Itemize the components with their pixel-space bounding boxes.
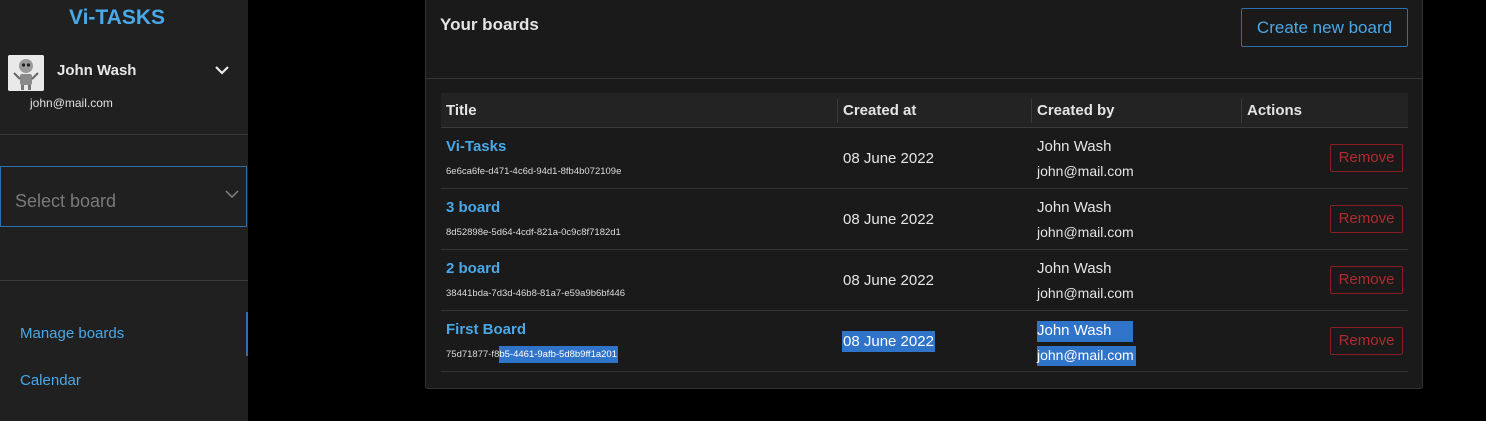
remove-board-button[interactable]: Remove bbox=[1330, 205, 1403, 233]
board-select[interactable]: Select board bbox=[0, 166, 247, 227]
sidebar-divider bbox=[0, 280, 248, 281]
remove-board-button[interactable]: Remove bbox=[1330, 144, 1403, 172]
board-title-link[interactable]: 2 board bbox=[446, 260, 500, 277]
sidebar-item-calendar[interactable]: Calendar bbox=[0, 359, 248, 403]
board-creator-name: John Wash bbox=[1037, 260, 1112, 277]
column-header-created-at: Created at bbox=[843, 102, 917, 119]
column-separator bbox=[1031, 99, 1032, 123]
remove-board-button[interactable]: Remove bbox=[1330, 327, 1403, 355]
brand-title: Vi-TASKS bbox=[68, 6, 166, 29]
app: Vi-TASKS John Wash john@mail.com Select … bbox=[0, 0, 1486, 421]
board-creator-email: john@mail.com bbox=[1037, 285, 1134, 301]
board-id-prefix: 75d71877-f8 bbox=[446, 349, 500, 360]
page-title: Your boards bbox=[440, 15, 539, 34]
board-id: 8d52898e-5d64-4cdf-821a-0c9c8f7182d1 bbox=[446, 227, 621, 238]
boards-table: Title Created at Created by Actions Vi-T… bbox=[441, 93, 1408, 372]
table-row: First Board 75d71877-f8b5-4461-9afb-5d8b… bbox=[441, 311, 1408, 372]
column-header-title: Title bbox=[446, 102, 477, 119]
create-board-button[interactable]: Create new board bbox=[1241, 8, 1408, 47]
board-id: 38441bda-7d3d-46b8-81a7-e59a9b6bf446 bbox=[446, 288, 626, 299]
board-created-at: 08 June 2022 bbox=[843, 272, 934, 289]
board-creator-name: John Wash bbox=[1037, 138, 1112, 155]
user-menu[interactable]: John Wash bbox=[8, 54, 236, 91]
board-title-link[interactable]: 3 board bbox=[446, 199, 500, 216]
board-created-at: 08 June 2022 bbox=[842, 331, 935, 352]
sidebar-item-manage-boards[interactable]: Manage boards bbox=[0, 312, 248, 356]
board-creator-name: John Wash bbox=[1037, 199, 1112, 216]
board-title-link[interactable]: Vi-Tasks bbox=[446, 138, 506, 155]
user-email: john@mail.com bbox=[30, 96, 113, 110]
board-creator-email: john@mail.com bbox=[1037, 163, 1134, 179]
column-separator bbox=[837, 99, 838, 123]
table-row: 2 board 38441bda-7d3d-46b8-81a7-e59a9b6b… bbox=[441, 250, 1408, 311]
table-row: 3 board 8d52898e-5d64-4cdf-821a-0c9c8f71… bbox=[441, 189, 1408, 250]
remove-board-button[interactable]: Remove bbox=[1330, 266, 1403, 294]
chevron-down-icon bbox=[223, 185, 241, 203]
column-header-actions: Actions bbox=[1247, 102, 1303, 119]
user-name: John Wash bbox=[57, 62, 137, 79]
boards-panel: Your boards Create new board Title Creat… bbox=[425, 0, 1423, 389]
sidebar: Vi-TASKS John Wash john@mail.com Select … bbox=[0, 0, 248, 421]
sidebar-item-label: Calendar bbox=[20, 372, 81, 389]
avatar bbox=[8, 55, 44, 91]
board-created-at: 08 June 2022 bbox=[843, 211, 934, 228]
board-id-selected-text: b5-4461-9afb-5d8b9ff1a201 bbox=[499, 346, 618, 363]
table-header: Title Created at Created by Actions bbox=[441, 93, 1408, 128]
table-row: Vi-Tasks 6e6ca6fe-d471-4c6d-94d1-8fb4b07… bbox=[441, 128, 1408, 189]
board-creator-email: john@mail.com bbox=[1037, 224, 1134, 240]
column-separator bbox=[1241, 99, 1242, 123]
board-creator-name: John Wash bbox=[1037, 321, 1134, 342]
board-title-link[interactable]: First Board bbox=[446, 321, 526, 338]
column-header-created-by: Created by bbox=[1037, 102, 1115, 119]
board-created-at: 08 June 2022 bbox=[843, 150, 934, 167]
board-creator-email: john@mail.com bbox=[1037, 346, 1136, 366]
sidebar-divider bbox=[0, 134, 248, 135]
sidebar-item-label: Manage boards bbox=[20, 325, 125, 342]
chevron-down-icon[interactable] bbox=[211, 59, 233, 81]
board-id: 6e6ca6fe-d471-4c6d-94d1-8fb4b072109e bbox=[446, 166, 622, 177]
panel-divider bbox=[426, 78, 1422, 79]
board-id: 75d71877-f8b5-4461-9afb-5d8b9ff1a201 bbox=[446, 346, 618, 363]
board-select-placeholder: Select board bbox=[15, 191, 117, 211]
